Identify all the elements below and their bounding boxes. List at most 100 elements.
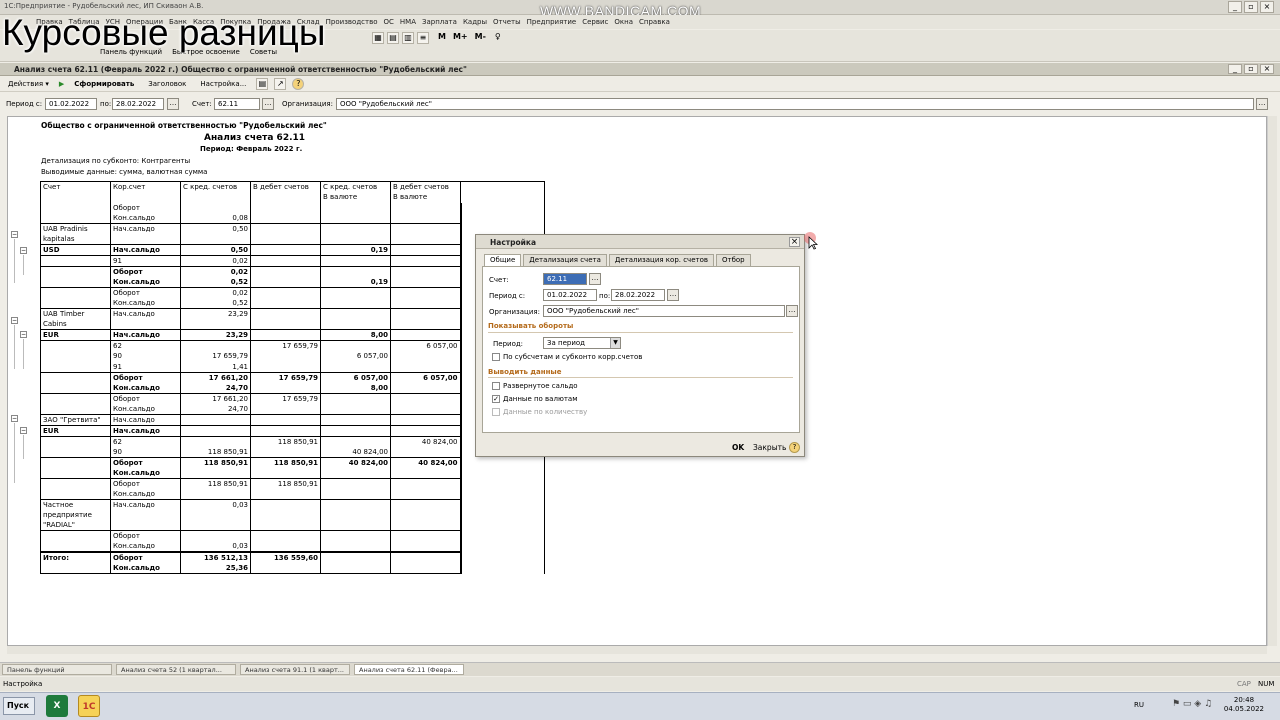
start-button[interactable]: Пуск	[3, 697, 35, 715]
settings-button[interactable]: Настройка...	[196, 78, 250, 90]
minimize-button[interactable]: _	[1228, 1, 1242, 13]
menu-item[interactable]: Предприятие	[527, 18, 577, 26]
dialog-period-select[interactable]: …	[667, 289, 679, 301]
menu-item[interactable]: Зарплата	[422, 18, 457, 26]
collapse-icon[interactable]: −	[20, 247, 27, 254]
collapse-icon[interactable]: −	[11, 231, 18, 238]
language-indicator[interactable]: RU	[1134, 701, 1144, 709]
table-cell: Оборот	[110, 266, 181, 277]
window-tab-62[interactable]: Анализ счета 62.11 (Февра...	[354, 664, 464, 675]
currency-data-checkbox[interactable]: ✓	[492, 395, 500, 403]
calculator-icon[interactable]: ▤	[387, 32, 399, 44]
table-cell	[40, 371, 111, 383]
table-cell: Нач.сальдо	[110, 413, 181, 425]
table-cell: 90	[110, 446, 181, 457]
period-to-input[interactable]: 28.02.2022	[112, 98, 164, 110]
text-icon[interactable]: ≡	[417, 32, 429, 44]
export-icon[interactable]: ↗	[274, 78, 287, 90]
generate-button[interactable]: Сформировать	[70, 78, 138, 90]
table-cell: 91	[110, 255, 181, 267]
table-row: В валюте В валюте	[40, 192, 545, 203]
menu-item[interactable]: НМА	[400, 18, 416, 26]
table-cell: UAB Timber	[40, 308, 111, 319]
tray-icons[interactable]: ⚑ ▭ ◈ ♫	[1172, 699, 1212, 709]
table-cell	[250, 446, 321, 457]
menu-item[interactable]: Отчеты	[493, 18, 521, 26]
table-cell	[320, 498, 391, 510]
table-cell	[459, 488, 545, 499]
help-icon[interactable]: ?	[292, 78, 305, 90]
dialog-titlebar[interactable]: Настройка ×	[476, 235, 804, 249]
menu-item[interactable]: Окна	[614, 18, 633, 26]
window-tab-functions[interactable]: Панель функций	[2, 664, 112, 675]
maximize-button[interactable]: ▫	[1244, 1, 1258, 13]
memory-m[interactable]: M	[438, 32, 446, 44]
expanded-balance-checkbox[interactable]	[492, 382, 500, 390]
print-icon[interactable]: ▤	[256, 78, 269, 90]
doc-minimize-button[interactable]: _	[1228, 64, 1242, 74]
account-input[interactable]: 62.11	[214, 98, 260, 110]
help-icon[interactable]: ?	[789, 442, 800, 453]
table-cell: С кред. счетов	[180, 181, 251, 192]
dialog-account-input[interactable]: 62.11	[543, 273, 587, 285]
subaccounts-checkbox[interactable]	[492, 353, 500, 361]
dialog-period-to[interactable]: 28.02.2022	[611, 289, 665, 301]
dialog-period-to-label: по:	[599, 292, 611, 300]
collapse-icon[interactable]: −	[11, 317, 18, 324]
menu-item[interactable]: ОС	[384, 18, 394, 26]
dialog-close-button[interactable]: Закрыть	[753, 443, 786, 452]
1c-icon[interactable]: 1С	[78, 695, 100, 717]
dialog-org-select[interactable]: …	[786, 305, 798, 317]
collapse-icon[interactable]: −	[11, 415, 18, 422]
actions-menu[interactable]: Действия ▾	[4, 78, 53, 90]
table-cell	[320, 424, 391, 436]
dialog-period-from[interactable]: 01.02.2022	[543, 289, 597, 301]
table-cell	[320, 413, 391, 425]
table-icon[interactable]: ▥	[402, 32, 414, 44]
window-tab-52[interactable]: Анализ счета 52 (1 квартал...	[116, 664, 236, 675]
table-cell	[110, 520, 181, 531]
tab-filter[interactable]: Отбор	[715, 254, 751, 266]
table-cell: 136 512,13	[180, 551, 251, 563]
dialog-org-input[interactable]: ООО "Рудобельский лес"	[543, 305, 785, 317]
menu-item[interactable]: Справка	[639, 18, 670, 26]
collapse-icon[interactable]: −	[20, 427, 27, 434]
table-cell	[320, 361, 391, 372]
period-from-input[interactable]: 01.02.2022	[45, 98, 97, 110]
organization-input[interactable]: ООО "Рудобельский лес"	[336, 98, 1254, 110]
window-tab-91[interactable]: Анализ счета 91.1 (1 кварт...	[240, 664, 350, 675]
chevron-down-icon[interactable]: ▼	[610, 338, 620, 348]
table-cell: UAB Pradinis	[40, 223, 111, 234]
ok-button[interactable]: OK	[732, 443, 744, 452]
report-vertical-scrollbar[interactable]	[1267, 116, 1277, 646]
os-taskbar	[0, 692, 1280, 720]
table-cell	[390, 234, 461, 245]
table-cell: 6 057,00	[320, 351, 391, 362]
clock[interactable]: 20:48 04.05.2022	[1224, 696, 1264, 714]
dialog-account-select[interactable]: …	[589, 273, 601, 285]
menu-item[interactable]: Сервис	[582, 18, 608, 26]
collapse-icon[interactable]: −	[20, 331, 27, 338]
lamp-icon[interactable]: ♀	[495, 32, 501, 44]
menu-item[interactable]: Производство	[326, 18, 378, 26]
close-button[interactable]: ×	[1260, 1, 1274, 13]
excel-icon[interactable]: X	[46, 695, 68, 717]
tab-account-detail[interactable]: Детализация счета	[523, 254, 607, 266]
header-button[interactable]: Заголовок	[144, 78, 190, 90]
dialog-close-icon[interactable]: ×	[789, 237, 800, 247]
account-select-button[interactable]: …	[262, 98, 274, 110]
report-horizontal-scrollbar[interactable]	[7, 646, 1267, 654]
table-row: Итого: Оборот 136 512,13 136 559,60	[40, 551, 545, 563]
memory-m-plus[interactable]: M+	[453, 32, 468, 44]
period-select-button[interactable]: …	[167, 98, 179, 110]
quantity-data-checkbox[interactable]	[492, 408, 500, 416]
table-cell	[180, 340, 251, 351]
memory-m-minus[interactable]: M-	[475, 32, 486, 44]
doc-maximize-button[interactable]: ▫	[1244, 64, 1258, 74]
tab-corr-detail[interactable]: Детализация кор. счетов	[608, 254, 714, 266]
table-cell: USD	[40, 244, 111, 256]
menu-item[interactable]: Кадры	[463, 18, 487, 26]
organization-select-button[interactable]: …	[1256, 98, 1268, 110]
doc-close-button[interactable]: ×	[1260, 64, 1274, 74]
calendar-icon[interactable]: ▦	[372, 32, 384, 44]
